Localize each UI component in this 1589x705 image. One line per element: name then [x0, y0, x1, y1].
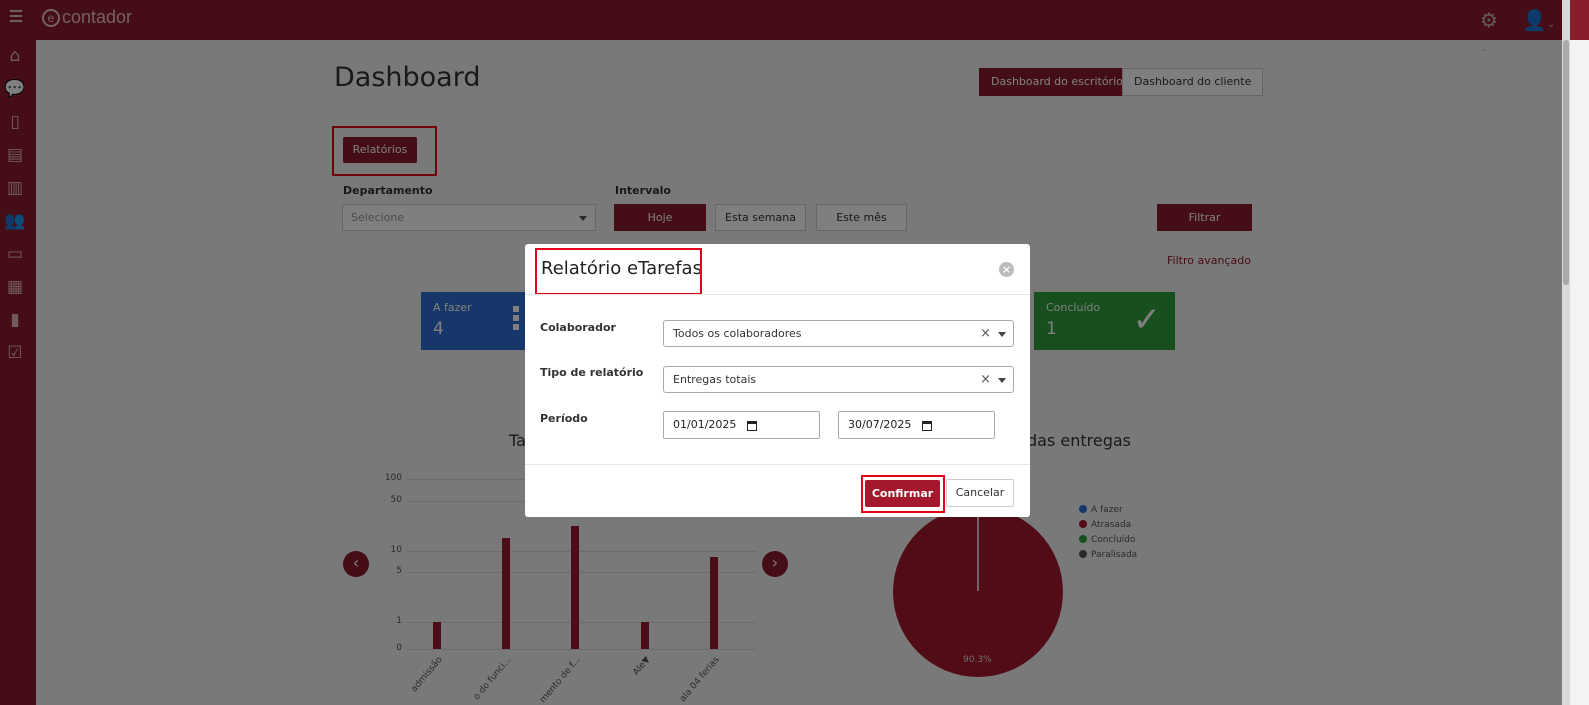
- close-icon[interactable]: ×: [999, 262, 1014, 277]
- period-label: Período: [540, 412, 588, 425]
- end-date-value: 30/07/2025: [848, 418, 912, 431]
- clear-report-type-icon[interactable]: ×: [980, 367, 991, 392]
- collaborator-label: Colaborador: [540, 321, 616, 334]
- chevron-down-icon: [998, 378, 1006, 383]
- highlight-modal-title: [535, 248, 702, 295]
- modal-footer-divider: [525, 464, 1030, 465]
- report-modal: Relatório eTarefas × Colaborador Todos o…: [525, 244, 1030, 517]
- collaborator-value: Todos os colaboradores: [673, 327, 802, 340]
- report-type-value: Entregas totais: [673, 373, 757, 386]
- report-type-select[interactable]: Entregas totais ×: [663, 366, 1014, 393]
- report-type-label: Tipo de relatório: [540, 366, 644, 379]
- start-date-value: 01/01/2025: [673, 418, 737, 431]
- calendar-icon[interactable]: [747, 421, 757, 431]
- end-date-input[interactable]: 30/07/2025: [838, 411, 995, 439]
- page-scrollbar[interactable]: [1562, 0, 1570, 705]
- highlight-confirm: [861, 475, 945, 513]
- collaborator-select[interactable]: Todos os colaboradores ×: [663, 320, 1014, 347]
- chevron-down-icon: [998, 332, 1006, 337]
- start-date-input[interactable]: 01/01/2025: [663, 411, 820, 439]
- modal-header-divider: [525, 294, 1030, 295]
- calendar-icon[interactable]: [922, 421, 932, 431]
- cancel-button[interactable]: Cancelar: [946, 479, 1014, 507]
- clear-collaborator-icon[interactable]: ×: [980, 321, 991, 346]
